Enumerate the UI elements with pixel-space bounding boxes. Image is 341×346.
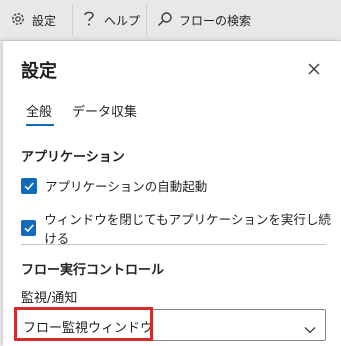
monitor-notification-label: 監視/通知 <box>21 291 78 306</box>
help-label: ヘルプ <box>104 13 141 28</box>
flow-search-button[interactable]: フローの検索 <box>157 0 251 40</box>
tab-data-collection[interactable]: データ収集 <box>72 101 137 120</box>
chevron-down-icon <box>304 319 316 338</box>
close-icon <box>308 63 320 75</box>
keep-running-checkbox[interactable] <box>21 220 37 236</box>
tab-selected-indicator <box>26 124 54 126</box>
auto-start-label: アプリケーションの自動起動 <box>45 179 208 194</box>
panel-title: 設定 <box>21 61 57 82</box>
flow-control-section-heading: フロー実行コントロール <box>21 263 165 278</box>
checkmark-icon <box>24 181 34 190</box>
toolbar-divider <box>72 4 73 36</box>
help-button[interactable]: ヘルプ <box>82 0 140 40</box>
keep-running-label: ウィンドウを閉じてもアプリケーションを実行し続ける <box>44 212 331 246</box>
search-icon <box>157 11 173 30</box>
close-button[interactable] <box>306 61 322 77</box>
settings-panel: 設定 全般 データ収集 アプリケーション アプリケーションの自動起動 ウィンドウ… <box>3 41 341 346</box>
tab-general[interactable]: 全般 <box>26 101 52 120</box>
settings-button[interactable]: 設定 <box>10 0 56 40</box>
keep-running-option[interactable]: ウィンドウを閉じてもアプリケーションを実行し続ける <box>21 209 341 247</box>
settings-label: 設定 <box>32 13 57 28</box>
section-divider <box>21 244 326 245</box>
highlight-box <box>14 307 153 341</box>
question-mark-icon <box>82 10 96 31</box>
gear-icon <box>10 11 26 30</box>
checkmark-icon <box>24 224 34 233</box>
search-label: フローの検索 <box>179 13 252 28</box>
application-section-heading: アプリケーション <box>21 150 125 165</box>
toolbar-divider <box>146 4 147 36</box>
auto-start-option[interactable]: アプリケーションの自動起動 <box>21 176 207 195</box>
auto-start-checkbox[interactable] <box>21 177 37 194</box>
toolbar: 設定 ヘルプ フローの検索 <box>0 0 341 41</box>
